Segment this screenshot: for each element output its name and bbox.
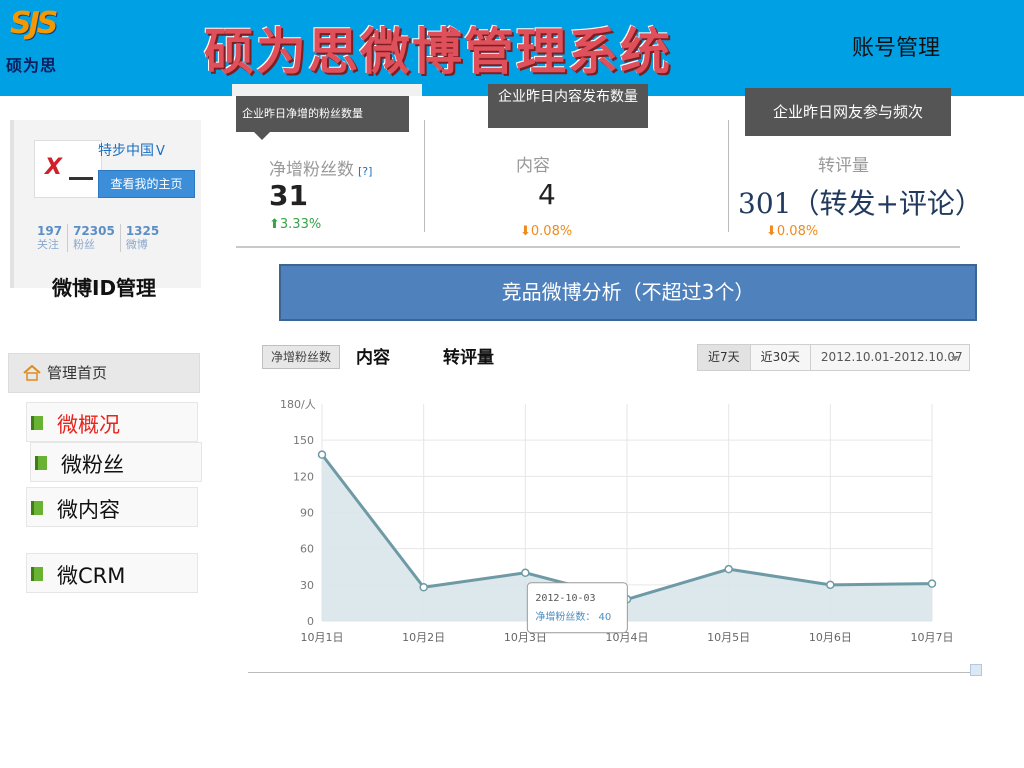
x-tick-label: 10月7日 — [911, 631, 954, 644]
range-7-days-button[interactable]: 近7天 — [698, 345, 751, 370]
fans-line-chart: 0306090120150180/人10月1日 10月2日 10月3日 10月4日 10… — [280, 398, 954, 644]
date-range-picker[interactable]: 2012.10.01-2012.10.07 — [811, 345, 969, 370]
fans-stat-change: ⬆3.33% — [269, 217, 321, 232]
fans-stat-label: 净增粉丝数 [?] — [269, 155, 372, 180]
logo-mark: SJS — [10, 6, 58, 41]
book-icon — [31, 416, 43, 430]
arrow-up-icon: ⬆ — [269, 217, 280, 232]
nav-item-label: 微内容 — [57, 498, 120, 522]
avatar-logo-text: X — [45, 155, 62, 180]
view-homepage-button[interactable]: 查看我的主页 — [98, 170, 195, 198]
company-logo: SJS 硕为思 — [4, 4, 82, 75]
avatar[interactable]: X — [34, 140, 102, 198]
content-stat-label: 内容 — [516, 156, 550, 176]
stat-divider — [728, 120, 729, 232]
profile-card: X 特步中国 V 查看我的主页 197 关注 72305 粉丝 1325 微博 — [10, 120, 201, 288]
logo-subtitle: 硕为思 — [6, 56, 58, 75]
book-icon — [31, 567, 43, 581]
following-stat[interactable]: 197 关注 — [32, 224, 69, 252]
y-tick-label: 60 — [300, 543, 314, 556]
data-point — [724, 564, 733, 574]
x-tick-label: 10月6日 — [809, 631, 852, 644]
y-tick-label: 30 — [300, 579, 314, 592]
stat-number: 1325 — [125, 224, 160, 238]
arrow-down-icon: ⬇ — [520, 224, 531, 239]
data-point — [927, 579, 937, 588]
tab-net-fans[interactable]: 净增粉丝数 — [262, 345, 340, 369]
app-header: SJS 硕为思 硕为思微博管理系统 账号管理 — [0, 0, 1024, 96]
stats-bottom-divider — [236, 246, 960, 248]
chart-tooltip-box — [526, 582, 628, 634]
weibo-id-management-link[interactable]: 微博ID管理 — [52, 272, 156, 301]
date-range-controls: 近7天 近30天 2012.10.01-2012.10.07 — [697, 344, 970, 371]
stat-number: 197 — [37, 224, 63, 238]
data-point — [521, 568, 530, 578]
engagement-stat-value: 301（转发+评论） — [738, 187, 983, 220]
engagement-change-text: 0.08% — [776, 224, 819, 239]
chevron-down-icon — [951, 356, 959, 361]
stat-label: 粉丝 — [73, 238, 96, 251]
y-tick-label: 120 — [293, 470, 314, 483]
x-tick-label: 10月5日 — [707, 631, 750, 644]
stat-number: 72305 — [73, 224, 115, 238]
arrow-down-icon: ⬇ — [766, 224, 777, 239]
engagement-stat-label: 转评量 — [818, 156, 869, 176]
app-title: 硕为思微博管理系统 — [204, 22, 672, 81]
verified-icon: V — [156, 144, 165, 159]
tab-engagement[interactable]: 转评量 — [443, 343, 494, 368]
engagement-stat-change: ⬇0.08% — [766, 224, 818, 239]
nav-item-fans[interactable]: 微粉丝 — [30, 442, 202, 482]
engagement-tooltip: 企业昨日网友参与频次 — [745, 88, 951, 136]
fans-tooltip: 企业昨日净增的粉丝数量 — [232, 84, 422, 140]
posts-stat[interactable]: 1325 微博 — [121, 224, 164, 252]
date-range-text: 2012.10.01-2012.10.07 — [820, 350, 963, 364]
nav-item-content[interactable]: 微内容 — [26, 487, 198, 527]
book-icon — [31, 501, 43, 515]
stat-label: 微博 — [125, 238, 148, 251]
account-management-link[interactable]: 账号管理 — [852, 30, 940, 62]
tab-content[interactable]: 内容 — [356, 343, 390, 368]
profile-name[interactable]: 特步中国 V — [98, 140, 165, 160]
chart-tooltip-value: 净增粉丝数： 40 — [535, 610, 611, 623]
home-icon — [23, 365, 41, 381]
profile-stats: 197 关注 72305 粉丝 1325 微博 — [32, 224, 164, 252]
range-30-days-button[interactable]: 近30天 — [751, 345, 811, 370]
content-stat-change: ⬇0.08% — [520, 224, 572, 239]
stat-divider — [424, 120, 425, 232]
followers-stat[interactable]: 72305 粉丝 — [68, 224, 121, 252]
profile-name-text: 特步中国 — [98, 143, 154, 159]
nav-item-crm[interactable]: 微CRM — [26, 553, 198, 593]
competitor-analysis-button[interactable]: 竞品微博分析（不超过3个） — [279, 264, 977, 321]
nav-item-label: 微CRM — [57, 564, 126, 588]
book-icon — [35, 456, 47, 470]
content-stat-value: 4 — [538, 178, 556, 211]
content-change-text: 0.08% — [530, 224, 573, 239]
nav-home-label: 管理首页 — [47, 364, 108, 382]
data-point — [826, 580, 835, 590]
content-tooltip: 企业昨日内容发布数量 — [488, 84, 648, 128]
data-point — [419, 582, 428, 592]
y-tick-label: 0 — [307, 615, 314, 628]
nav-item-label: 微概况 — [57, 413, 120, 437]
help-icon[interactable]: [?] — [358, 165, 372, 178]
x-tick-label: 10月1日 — [301, 631, 344, 644]
chart-tooltip-date: 2012-10-03 — [535, 593, 595, 604]
fans-stat-value: 31 — [269, 179, 308, 212]
y-tick-label: 150 — [293, 434, 314, 447]
y-axis-label: 180/人 — [280, 398, 316, 411]
data-point — [317, 450, 327, 459]
nav-home[interactable]: 管理首页 — [8, 353, 200, 393]
stat-label: 关注 — [37, 238, 59, 251]
fans-stat-label-text: 净增粉丝数 — [269, 160, 354, 180]
bottom-divider — [248, 672, 972, 673]
nav-item-label: 微粉丝 — [61, 453, 124, 477]
resize-icon[interactable] — [970, 664, 982, 676]
x-tick-label: 10月2日 — [402, 631, 445, 644]
nav-item-overview[interactable]: 微概况 — [26, 402, 198, 442]
fans-change-text: 3.33% — [279, 217, 322, 232]
y-tick-label: 90 — [300, 507, 314, 520]
